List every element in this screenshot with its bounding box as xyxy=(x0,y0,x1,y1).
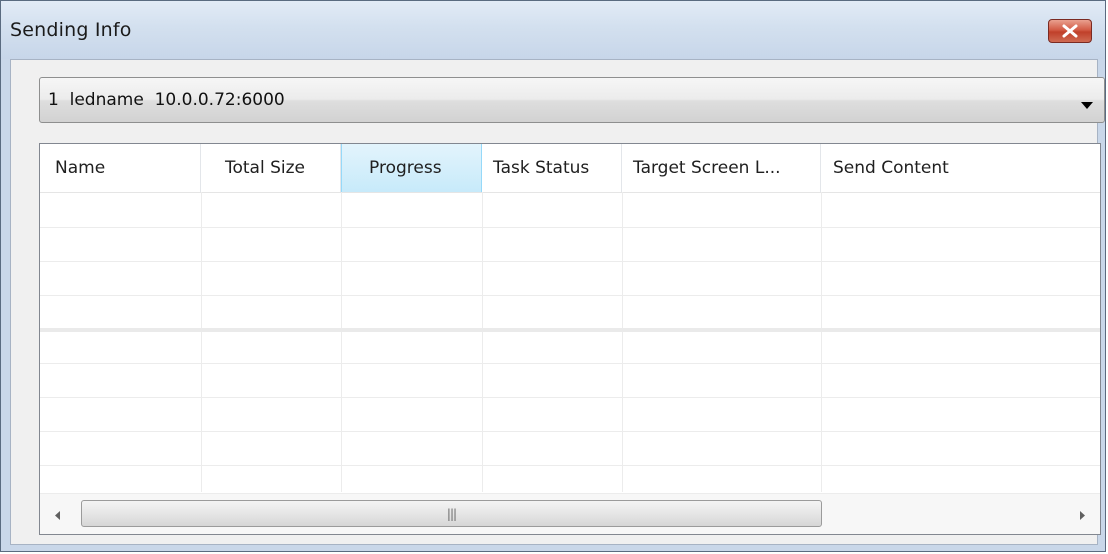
column-header-label: Task Status xyxy=(493,158,590,178)
row-divider xyxy=(40,465,1100,466)
row-divider xyxy=(40,397,1100,398)
table-header: Name Total Size Progress Task Status Tar… xyxy=(40,144,1100,193)
column-header-progress[interactable]: Progress xyxy=(341,144,482,192)
column-header-name[interactable]: Name xyxy=(40,144,201,192)
row-divider xyxy=(40,261,1100,262)
column-header-target-screen[interactable]: Target Screen L... xyxy=(622,144,821,192)
column-header-label: Send Content xyxy=(833,158,949,178)
row-divider xyxy=(40,295,1100,296)
horizontal-scrollbar[interactable]: ||| xyxy=(40,493,1100,534)
grid-line xyxy=(622,192,623,492)
scroll-left-button[interactable] xyxy=(40,494,76,534)
column-header-label: Name xyxy=(55,158,106,178)
close-icon xyxy=(1061,24,1079,38)
column-header-send-content[interactable]: Send Content xyxy=(821,144,1100,192)
column-header-task-status[interactable]: Task Status xyxy=(482,144,622,192)
window-title: Sending Info xyxy=(10,19,132,41)
chevron-down-icon[interactable] xyxy=(1080,95,1094,114)
title-bar[interactable]: Sending Info xyxy=(1,1,1105,59)
grid-line xyxy=(482,192,483,492)
row-divider xyxy=(40,328,1100,332)
arrow-right-icon xyxy=(1079,505,1085,524)
row-divider xyxy=(40,227,1100,228)
sending-info-window: Sending Info 1 ledname 10.0.0.72:6000 Na… xyxy=(0,0,1106,552)
device-select-value: 1 ledname 10.0.0.72:6000 xyxy=(48,90,285,110)
scroll-right-button[interactable] xyxy=(1064,494,1100,534)
arrow-left-icon xyxy=(55,505,61,524)
column-header-label: Progress xyxy=(369,158,442,178)
grid-line xyxy=(201,192,202,492)
row-divider xyxy=(40,363,1100,364)
column-header-label: Target Screen L... xyxy=(633,158,781,178)
grid-line xyxy=(341,192,342,492)
scroll-thumb[interactable]: ||| xyxy=(81,500,822,527)
dialog-body: 1 ledname 10.0.0.72:6000 Name Total Size… xyxy=(10,59,1105,545)
column-header-total-size[interactable]: Total Size xyxy=(201,144,341,192)
sending-tasks-table[interactable]: Name Total Size Progress Task Status Tar… xyxy=(39,143,1101,535)
close-button[interactable] xyxy=(1048,19,1092,43)
grip-icon: ||| xyxy=(446,506,457,521)
device-select[interactable]: 1 ledname 10.0.0.72:6000 xyxy=(39,77,1105,123)
grid-line xyxy=(821,192,822,492)
column-header-label: Total Size xyxy=(225,158,306,178)
row-divider xyxy=(40,431,1100,432)
